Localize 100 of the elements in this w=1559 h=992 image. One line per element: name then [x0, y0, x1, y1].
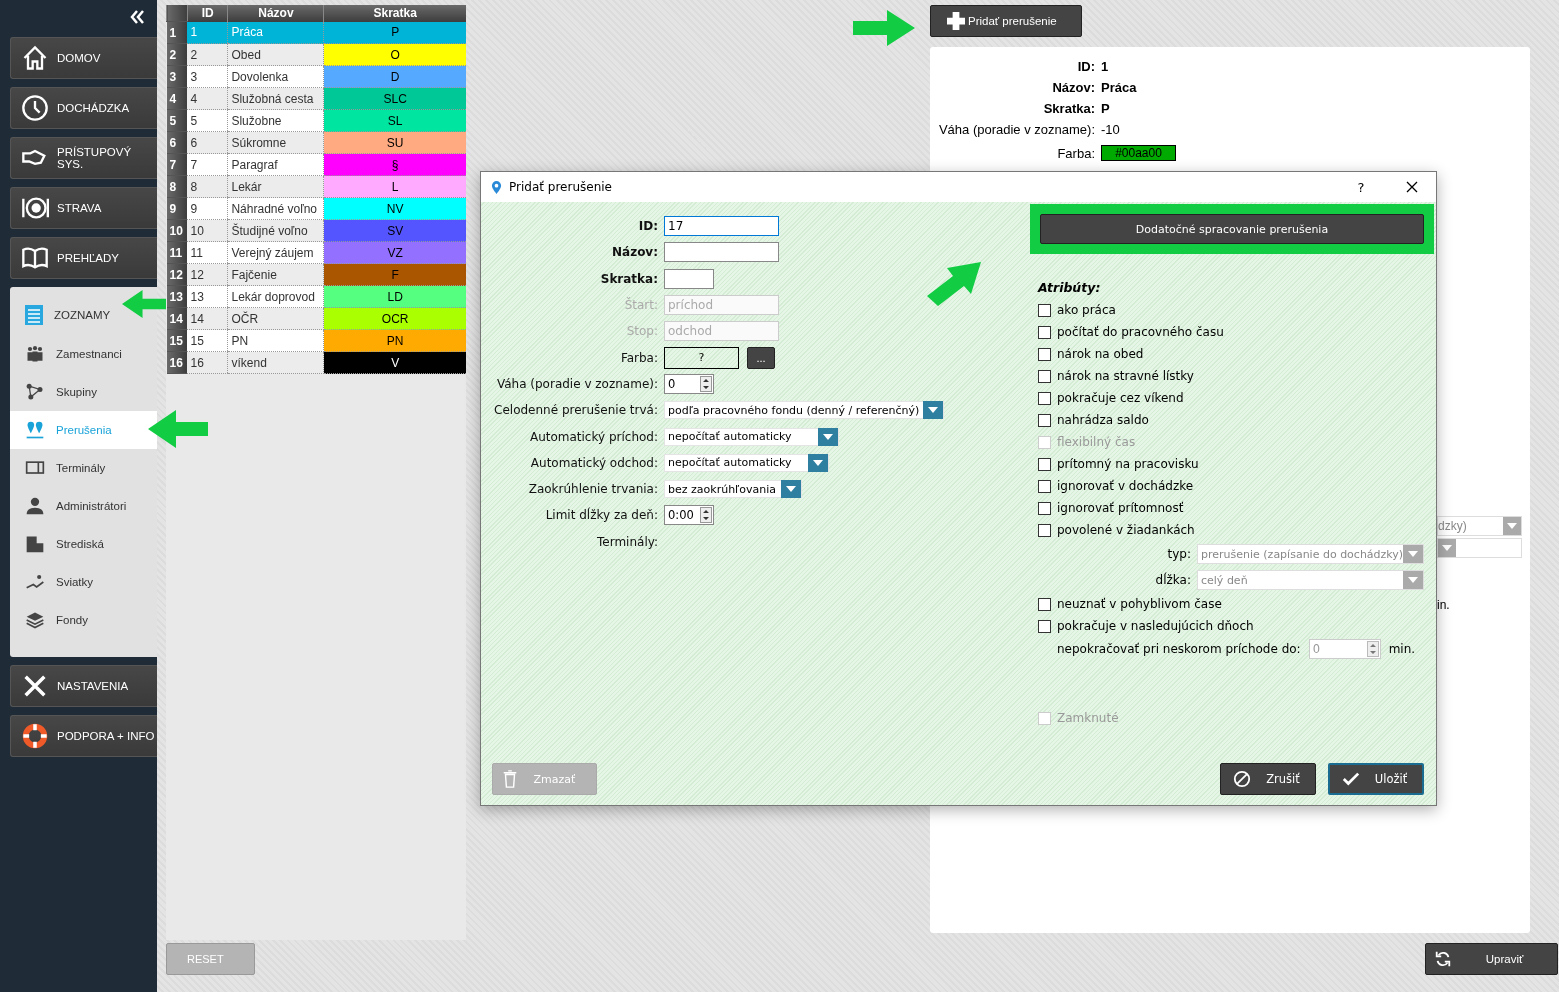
column-header[interactable]: Názov: [227, 5, 324, 22]
row-number[interactable]: 6: [166, 131, 188, 154]
pin-icon: [24, 420, 46, 440]
checkbox[interactable]: [1038, 303, 1051, 317]
checkbox-option[interactable]: ako práca: [1038, 299, 1434, 321]
field-label: ID:: [637, 219, 658, 234]
table-cell: 8: [187, 175, 228, 198]
row-number[interactable]: 1: [166, 21, 188, 44]
row-number[interactable]: 14: [166, 307, 188, 330]
field-label: Terminály:: [596, 534, 658, 549]
submenu-item[interactable]: Strediská: [10, 525, 157, 563]
checkbox[interactable]: [1038, 479, 1051, 493]
color-cell: F: [323, 263, 466, 286]
unit-text: min.: [1388, 642, 1416, 656]
submenu-item[interactable]: Terminály: [10, 449, 157, 487]
cancel-button[interactable]: Zrušiť: [1220, 763, 1316, 795]
pin-icon: [491, 180, 502, 194]
row-number[interactable]: 16: [166, 351, 188, 374]
checkbox-option[interactable]: nárok na stravné lístky: [1038, 365, 1434, 387]
table-cell: 4: [187, 87, 228, 110]
row-number[interactable]: 8: [166, 175, 188, 198]
row-number[interactable]: 5: [166, 109, 188, 132]
checkbox-option[interactable]: počítať do pracovného času: [1038, 321, 1434, 343]
checkbox[interactable]: [1038, 369, 1051, 383]
color-cell: O: [323, 43, 466, 66]
dropdown[interactable]: nepočítať automaticky: [664, 427, 839, 446]
color-cell: VZ: [323, 241, 466, 264]
checkbox-option[interactable]: pokračuje v nasledujúcich dňoch: [1038, 615, 1434, 637]
save-button[interactable]: Uložiť: [1328, 763, 1424, 795]
menu-button[interactable]: PREHĽADY: [10, 237, 157, 279]
checkbox-option[interactable]: prítomný na pracovisku: [1038, 453, 1434, 475]
menu-button[interactable]: STRAVA: [10, 187, 157, 229]
row-number[interactable]: 15: [166, 329, 188, 352]
color-cell: P: [323, 21, 466, 44]
submenu-item[interactable]: Administrátori: [10, 487, 157, 525]
row-number[interactable]: 9: [166, 197, 188, 220]
dropdown[interactable]: podľa pracovného fondu (denný / referenčný): [664, 401, 945, 420]
checkbox-option[interactable]: pokračuje cez víkend: [1038, 387, 1434, 409]
help-button[interactable]: ?: [1341, 178, 1381, 196]
row-number[interactable]: 7: [166, 153, 188, 176]
checkbox-option[interactable]: neuznať v pohyblivom čase: [1038, 593, 1434, 615]
color-swatch: #00aa00: [1101, 145, 1176, 161]
collapse-icon[interactable]: [129, 8, 145, 26]
checkbox-option[interactable]: ignorovať v dochádzke: [1038, 475, 1434, 497]
menu-item[interactable]: ZOZNAMY: [10, 295, 115, 335]
color-cell: OCR: [323, 307, 466, 330]
menu-button[interactable]: DOCHÁDZKA: [10, 87, 157, 129]
spin-field[interactable]: 0:00: [664, 505, 714, 526]
add-button[interactable]: Pridať prerušenie: [930, 5, 1082, 37]
checkbox[interactable]: [1038, 413, 1051, 427]
row-number[interactable]: 3: [166, 65, 188, 88]
edit-button[interactable]: Upraviť: [1425, 943, 1558, 975]
row-number[interactable]: 10: [166, 219, 188, 242]
text-field[interactable]: [664, 268, 714, 289]
spin-field[interactable]: 0: [664, 373, 714, 394]
checkbox[interactable]: [1038, 347, 1051, 361]
table-cell: 5: [187, 109, 228, 132]
row-number[interactable]: 13: [166, 285, 188, 308]
checkbox[interactable]: [1038, 501, 1051, 515]
processing-button[interactable]: Dodatočné spracovanie prerušenia: [1040, 214, 1424, 244]
menu-button[interactable]: PODPORA + INFO: [10, 715, 157, 757]
pointer-arrow: [148, 410, 208, 448]
checkbox-option[interactable]: nárok na obed: [1038, 343, 1434, 365]
checkbox[interactable]: [1038, 325, 1051, 339]
checkbox-option[interactable]: povolené v žiadankách: [1038, 519, 1434, 541]
browse-button[interactable]: ...: [747, 346, 775, 369]
menu-button[interactable]: NASTAVENIA: [10, 665, 157, 707]
submenu-item[interactable]: Fondy: [10, 601, 157, 639]
row-number[interactable]: 11: [166, 241, 188, 264]
submenu-item[interactable]: Skupiny: [10, 373, 157, 411]
column-header[interactable]: Skratka: [323, 5, 466, 22]
dropdown[interactable]: bez zaokrúhľovania: [664, 480, 802, 499]
checkbox-option[interactable]: ignorovať prítomnosť: [1038, 497, 1434, 519]
checkbox[interactable]: [1038, 619, 1051, 633]
text-field[interactable]: [664, 242, 779, 263]
menu-button[interactable]: DOMOV: [10, 37, 157, 79]
checkbox[interactable]: [1038, 523, 1051, 537]
color-cell: V: [323, 351, 466, 374]
dropdown[interactable]: nepočítať automaticky: [664, 453, 829, 472]
checkbox[interactable]: [1038, 391, 1051, 405]
caret-icon: [1403, 545, 1424, 563]
submenu-item[interactable]: Zamestnanci: [10, 335, 157, 373]
submenu-item[interactable]: Sviatky: [10, 563, 157, 601]
checkbox-option[interactable]: nahrádza saldo: [1038, 409, 1434, 431]
menu-button[interactable]: PRÍSTUPOVÝ SYS.: [10, 137, 157, 179]
row-number[interactable]: 12: [166, 263, 188, 286]
column-header[interactable]: ID: [187, 5, 228, 22]
person-icon: [24, 496, 46, 516]
text-field[interactable]: 17: [664, 216, 779, 237]
checkbox[interactable]: [1038, 457, 1051, 471]
row-number[interactable]: 4: [166, 87, 188, 110]
corner-cell: [166, 5, 188, 22]
field-label: Stop:: [625, 324, 658, 339]
color-field[interactable]: ?: [664, 346, 739, 369]
field-label: dĺžka:: [1155, 573, 1191, 587]
checkbox[interactable]: [1038, 597, 1051, 611]
field-value: 1: [1101, 59, 1110, 74]
row-number[interactable]: 2: [166, 43, 188, 66]
color-cell: D: [323, 65, 466, 88]
field-label: Skratka:: [1042, 101, 1095, 116]
